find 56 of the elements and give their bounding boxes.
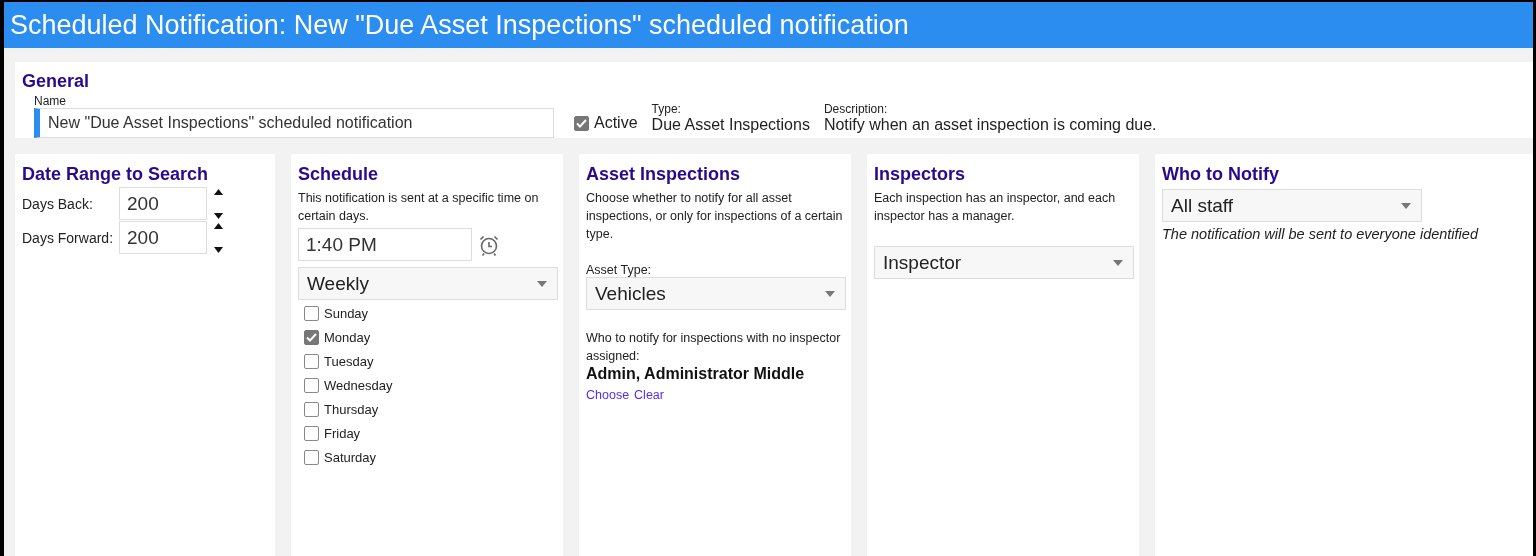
checkbox-label: Tuesday <box>324 354 374 369</box>
section-heading: Who to Notify <box>1162 164 1280 185</box>
field-label: Description: <box>823 102 889 116</box>
field-label: Days Back: <box>22 195 94 212</box>
asset-type-dropdown[interactable]: Vehicles <box>586 277 846 310</box>
section-heading: Schedule <box>298 164 380 185</box>
section-note: Each inspection has an inspector, and each inspector has a manager. <box>874 190 1117 225</box>
checkbox-label: Thursday <box>324 402 379 417</box>
checkbox-label: Saturday <box>324 450 377 465</box>
checkbox[interactable] <box>304 354 319 369</box>
spin-down-icon[interactable] <box>214 246 223 253</box>
checkbox-label: Wednesday <box>324 378 393 393</box>
checkbox[interactable] <box>304 378 319 393</box>
text-link[interactable]: Choose <box>586 388 630 402</box>
field-label: Type: <box>651 102 682 116</box>
checkbox-label: Friday <box>324 426 361 441</box>
section-note: This notification is sent at a specific time on certain days. <box>298 190 540 225</box>
field-label: Asset Type: <box>586 263 653 277</box>
section-heading: General <box>22 71 91 92</box>
checkbox-label: Active <box>594 114 638 132</box>
checkbox-label: Sunday <box>324 306 369 321</box>
section-note: The notification will be sent to everyone identified <box>1162 226 1480 242</box>
section-heading: Inspectors <box>874 164 967 185</box>
caret-icon <box>825 290 835 297</box>
spin-up-icon[interactable] <box>214 188 223 195</box>
checkbox[interactable] <box>304 330 319 345</box>
recipient-dropdown[interactable]: All staff <box>1162 189 1422 222</box>
checkbox[interactable] <box>304 450 319 465</box>
number-field[interactable]: 200 <box>119 221 207 254</box>
role-dropdown[interactable]: Inspector <box>874 246 1134 279</box>
number-field[interactable]: 200 <box>119 187 207 220</box>
spin-up-icon[interactable] <box>214 222 223 229</box>
frequency-dropdown[interactable]: Weekly <box>298 267 558 300</box>
checkbox[interactable] <box>304 306 319 321</box>
checkbox[interactable] <box>304 426 319 441</box>
person-name: Admin, Administrator Middle <box>586 365 806 383</box>
field-label: Days Forward: <box>22 229 115 246</box>
caret-icon <box>1401 202 1411 209</box>
caret-icon <box>1113 259 1123 266</box>
section-note: Choose whether to notify for all asset inspections, or only for inspections of a certain type. <box>586 190 844 243</box>
checkbox[interactable] <box>574 115 589 131</box>
description-text: Notify when an asset inspection is coming due. <box>823 116 1157 134</box>
field-label: Name <box>34 94 67 108</box>
alarm-clock-icon[interactable] <box>478 233 500 256</box>
name-field[interactable]: New "Due Asset Inspections" scheduled notification <box>34 108 554 138</box>
field-label: Who to notify for inspections with no inspector assigned: <box>586 330 842 365</box>
text-link[interactable]: Clear <box>634 388 664 402</box>
caret-icon <box>537 280 547 287</box>
spin-down-icon[interactable] <box>214 212 223 219</box>
checkbox[interactable] <box>304 402 319 417</box>
checkbox-label: Monday <box>324 330 371 345</box>
window-title: Scheduled Notification: New "Due Asset Inspections" scheduled notification <box>4 2 1533 48</box>
section-heading: Date Range to Search <box>22 164 210 185</box>
section-heading: Asset Inspections <box>586 164 742 185</box>
time-field[interactable]: 1:40 PM <box>298 228 472 261</box>
type-value: Due Asset Inspections <box>651 116 810 134</box>
